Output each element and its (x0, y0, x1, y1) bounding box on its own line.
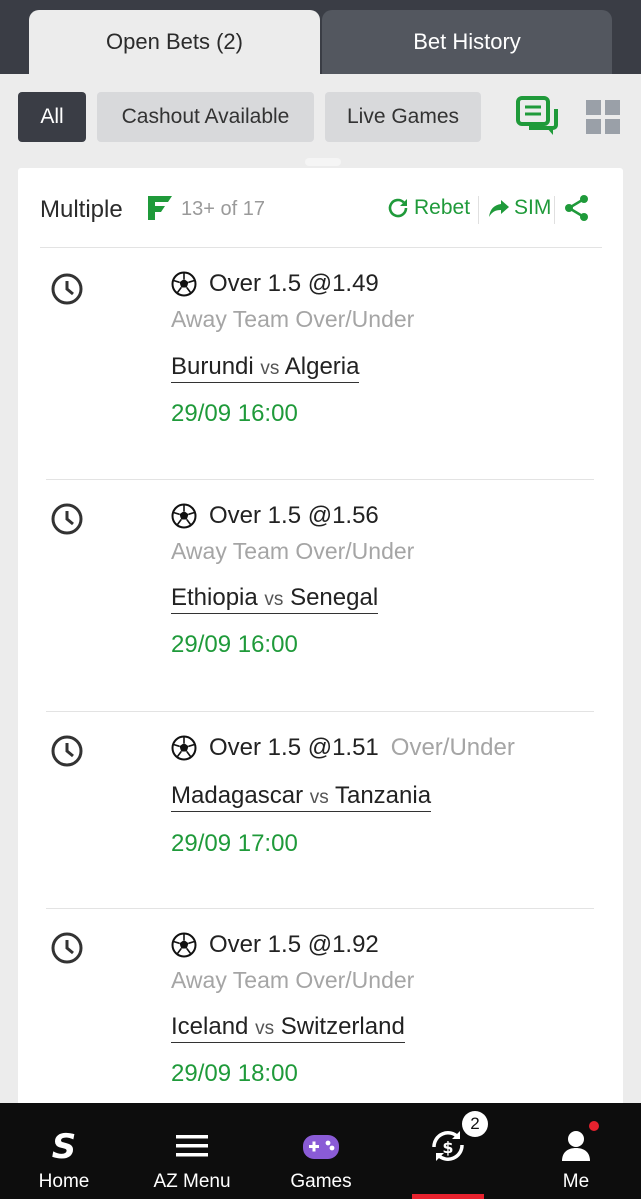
clock-icon (51, 503, 83, 535)
nav-games[interactable]: Games (280, 1103, 362, 1199)
football-icon (171, 271, 197, 297)
football-icon (171, 735, 197, 761)
filter-live-games-button[interactable]: Live Games (325, 92, 481, 142)
divider (46, 711, 594, 712)
market-label: Away Team Over/Under (171, 967, 415, 993)
filter-all-button[interactable]: All (18, 92, 86, 142)
nav-az-menu-label: AZ Menu (153, 1171, 231, 1192)
nav-games-label: Games (290, 1171, 352, 1192)
filter-cashout-button[interactable]: Cashout Available (97, 92, 314, 142)
notification-dot (589, 1121, 599, 1131)
selection: Over 1.5 @1.49 (171, 270, 379, 298)
nav-me[interactable]: Me (544, 1103, 608, 1199)
home-logo-icon: S (52, 1127, 77, 1165)
market-label: Away Team Over/Under (171, 306, 415, 332)
match-link[interactable]: Burundi vs Algeria (171, 353, 360, 383)
legs-count: 13+ of 17 (181, 198, 265, 220)
sim-label: SIM (514, 196, 552, 219)
rebet-button[interactable]: Rebet (386, 196, 470, 220)
share-button[interactable] (564, 194, 590, 222)
bottom-nav: S Home AZ Menu Games $ Me (0, 1103, 641, 1199)
selection-odds: Over 1.5 @1.51 (209, 734, 379, 761)
nav-az-menu[interactable]: AZ Menu (142, 1103, 242, 1199)
clock-icon (51, 932, 83, 964)
nav-home-label: Home (38, 1171, 90, 1192)
kickoff-time: 29/09 16:00 (171, 400, 298, 427)
tab-open-bets[interactable]: Open Bets (2) (29, 10, 320, 74)
tab-bet-history[interactable]: Bet History (322, 10, 612, 74)
pull-notch (305, 158, 341, 166)
svg-text:S: S (52, 1127, 77, 1165)
divider (46, 479, 594, 480)
divider (40, 247, 602, 248)
kickoff-time: 29/09 17:00 (171, 830, 298, 857)
football-icon (171, 503, 197, 529)
chat-bets-icon[interactable] (515, 95, 559, 137)
match-link[interactable]: Madagascar vs Tanzania (171, 782, 432, 812)
kickoff-time: 29/09 16:00 (171, 631, 298, 658)
nav-home[interactable]: S Home (22, 1103, 106, 1199)
rebet-label: Rebet (414, 196, 471, 219)
gamepad-icon (303, 1135, 339, 1159)
bet-card: Multiple 13+ of 17 Rebet SIM Over 1.5 @1… (18, 168, 623, 1128)
selection: Over 1.5 @1.56 (171, 502, 379, 530)
refresh-icon (388, 198, 408, 218)
divider (46, 908, 594, 909)
sim-button[interactable]: SIM (488, 196, 551, 220)
menu-icon (176, 1135, 208, 1157)
market-label: Away Team Over/Under (171, 538, 415, 564)
top-tab-bar: Open Bets (2) Bet History (0, 0, 641, 74)
bets-count-badge: 2 (462, 1111, 488, 1137)
match-link[interactable]: Ethiopia vs Senegal (171, 584, 379, 614)
svg-text:$: $ (442, 1138, 453, 1157)
card-header: Multiple 13+ of 17 Rebet SIM (18, 168, 623, 248)
divider (554, 196, 555, 224)
mybets-icon: $ (432, 1131, 464, 1161)
share-arrow-icon (489, 200, 509, 217)
bet-type-label: Multiple (40, 196, 123, 223)
flexibet-logo-icon (148, 196, 172, 220)
selection: Over 1.5 @1.51 Over/Under (171, 734, 515, 762)
football-icon (171, 932, 197, 958)
selection-odds: Over 1.5 @1.56 (209, 502, 379, 529)
selection-odds: Over 1.5 @1.49 (209, 270, 379, 297)
share-icon (565, 195, 588, 221)
grid-icon[interactable] (586, 100, 620, 134)
user-icon (562, 1131, 590, 1161)
selection-odds: Over 1.5 @1.92 (209, 931, 379, 958)
divider (478, 196, 479, 224)
active-tab-indicator (412, 1194, 484, 1199)
clock-icon (51, 735, 83, 767)
kickoff-time: 29/09 18:00 (171, 1060, 298, 1087)
selection: Over 1.5 @1.92 (171, 931, 379, 959)
nav-me-label: Me (562, 1171, 590, 1192)
clock-icon (51, 273, 83, 305)
match-link[interactable]: Iceland vs Switzerland (171, 1013, 405, 1043)
market-label: Over/Under (390, 734, 515, 761)
